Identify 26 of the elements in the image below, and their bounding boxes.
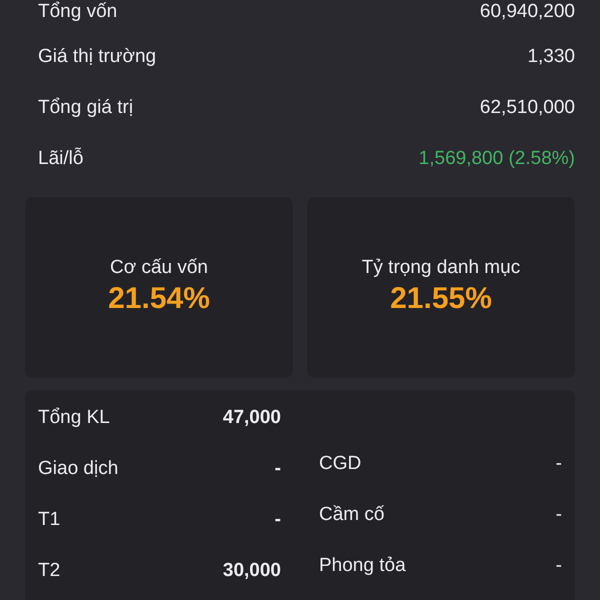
field-label: Tổng vốn	[38, 0, 118, 24]
ratio-value: 21.55%	[390, 281, 492, 317]
volume-value: 47,000	[222, 406, 281, 430]
volume-label: CGD	[319, 452, 362, 476]
field-value: 1,330	[527, 45, 575, 69]
ratio-label: Tỷ trọng danh mục	[362, 256, 520, 280]
ratio-label: Cơ cấu vốn	[110, 256, 208, 280]
volume-label: T2	[38, 558, 60, 582]
volume-label: Cầm cố	[319, 502, 384, 526]
field-value: 1,569,800 (2.58%)	[418, 147, 575, 171]
volume-value: -	[274, 508, 281, 532]
volume-value: -	[274, 456, 281, 480]
volume-value: -	[556, 452, 562, 476]
field-value: 62,510,000	[480, 96, 575, 120]
field-value: 60,940,200	[480, 0, 575, 24]
volume-label: Phong tỏa	[319, 554, 406, 578]
field-label: Lãi/lỗ	[38, 147, 84, 171]
volume-value: 30,000	[222, 558, 281, 582]
volume-label: T1	[38, 508, 60, 532]
volume-value: -	[556, 502, 562, 526]
volume-value: -	[556, 554, 562, 578]
field-label: Giá thị trường	[38, 45, 156, 69]
volume-label: Giao dịch	[38, 456, 118, 480]
field-label: Tổng giá trị	[38, 96, 134, 120]
volume-label: Tổng KL	[38, 406, 110, 430]
ratio-value: 21.54%	[108, 281, 210, 317]
